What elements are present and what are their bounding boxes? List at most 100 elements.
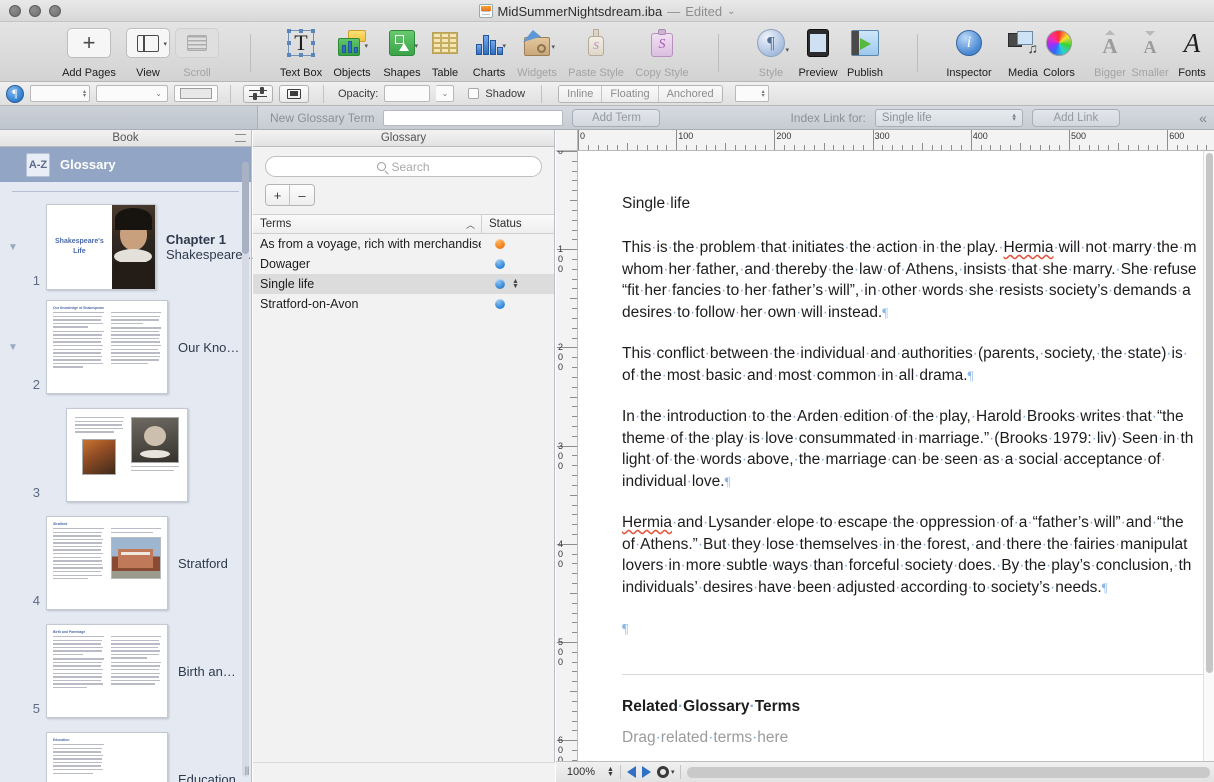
ruler-tick	[627, 143, 629, 150]
disclosure-triangle-icon[interactable]: ▼	[6, 242, 20, 253]
zoom-level[interactable]: 100%	[561, 766, 601, 778]
stroke-width-stepper[interactable]: ▴ ▾	[30, 85, 90, 102]
remove-term-minus-button[interactable]: –	[290, 185, 314, 205]
wrap-anchored[interactable]: Anchored	[658, 85, 722, 102]
misspelled-word[interactable]: Hermia	[622, 514, 672, 531]
sidebar-item-glossary[interactable]: A-Z Glossary	[0, 147, 251, 182]
document-vertical-scrollbar[interactable]	[1203, 151, 1214, 761]
wrap-mode-segmented-control[interactable]: Inline Floating Anchored	[558, 84, 723, 103]
ruler-tick	[572, 367, 577, 369]
status-dot[interactable]	[495, 239, 505, 249]
status-dot[interactable]	[495, 299, 505, 309]
ruler-label: 0	[558, 151, 564, 156]
ruler-label: 4	[558, 538, 564, 549]
document-paragraph-1[interactable]: This·is·the·problem·that·initiates·the·a…	[622, 237, 1214, 323]
zoom-stepper-icon[interactable]: ▲ ▼	[607, 766, 614, 778]
toolbar-scroll[interactable]: Scroll	[165, 26, 229, 80]
ruler-tick	[572, 386, 577, 388]
shadow-checkbox[interactable]	[468, 88, 480, 99]
book-page-row[interactable]: ▼ 1 Shakespeare's Life Chapter 1 Shakesp…	[0, 198, 256, 296]
status-dot[interactable]	[495, 259, 505, 269]
stroke-style-select[interactable]: ⌄	[96, 85, 168, 102]
toolbar-copy-style[interactable]: S Copy Style	[630, 26, 694, 80]
empty-paragraph[interactable]: ¶	[622, 620, 1214, 638]
book-page-row[interactable]: 4 Stratford Stratford	[0, 510, 251, 616]
book-page-row[interactable]: ▼ 2 Our Knowledge of Shakespeare Our Kno…	[0, 294, 251, 400]
previous-page-icon[interactable]	[626, 766, 636, 778]
wrap-inline[interactable]: Inline	[559, 85, 603, 102]
related-terms-dropzone[interactable]: Drag·related·terms·here	[622, 729, 1214, 747]
page-thumbnail[interactable]: Shakespeare's Life	[46, 204, 156, 290]
page-thumbnail[interactable]: Education	[46, 732, 168, 782]
horizontal-ruler[interactable]: 0 100 200 300 400 500 600	[578, 130, 1214, 151]
page-title: Stratford	[178, 556, 228, 571]
document-paragraph-4[interactable]: Hermia·and·Lysander·elope·to·escape·the·…	[622, 512, 1214, 598]
new-glossary-term-input[interactable]	[383, 109, 564, 126]
ruler-tick	[572, 288, 577, 290]
ruler-tick	[1029, 145, 1031, 150]
mask-button[interactable]	[279, 84, 309, 103]
page-thumbnail[interactable]: Birth and Parentage	[46, 624, 168, 718]
page-title: Birth an…	[178, 664, 236, 679]
adjust-image-button[interactable]	[243, 84, 273, 103]
paragraph-mark-icon[interactable]: ¶	[6, 84, 24, 103]
page-canvas[interactable]: This·is·the·problem·that·initiates·the·a…	[578, 151, 1214, 761]
document-paragraph-2[interactable]: This·conflict·between·the·individual·and…	[622, 343, 1214, 386]
pane-grip-icon[interactable]	[235, 134, 246, 142]
page-thumbnail[interactable]	[66, 408, 188, 502]
collapse-panel-icon[interactable]: «	[1192, 110, 1214, 126]
status-stepper-icon[interactable]: ▲ ▼	[512, 278, 519, 290]
add-term-button[interactable]: Add Term	[572, 108, 661, 127]
wrap-spacing-stepper[interactable]: ▴ ▾	[734, 85, 769, 102]
book-scrollbar[interactable]	[242, 162, 249, 777]
table-row[interactable]: As from a voyage, rich with merchandise	[253, 234, 554, 254]
stroke-color-well[interactable]	[174, 85, 218, 102]
misspelled-word[interactable]: Hermia	[1004, 239, 1054, 256]
toolbar-label: Table	[431, 67, 459, 79]
document-paragraph-3[interactable]: In·the·introduction·to·the·Arden·edition…	[622, 406, 1214, 492]
search-input[interactable]: Search	[265, 156, 542, 177]
toolbar-publish[interactable]: Publish	[833, 26, 897, 80]
add-term-plus-button[interactable]: +	[266, 185, 290, 205]
index-link-select[interactable]: Single life ▴ ▾	[874, 108, 1023, 127]
book-page-row[interactable]: 5 Birth and Parentage Birth an…	[0, 618, 251, 724]
opacity-input[interactable]	[384, 85, 431, 102]
ruler-tick	[572, 681, 577, 683]
book-page-row[interactable]: Education Education	[0, 726, 251, 782]
ruler-corner	[556, 130, 578, 151]
toolbar-widgets[interactable]: ▾ Widgets	[505, 26, 569, 80]
disclosure-triangle-icon[interactable]: ▼	[6, 342, 20, 353]
page-thumbnail[interactable]: Stratford	[46, 516, 168, 610]
ruler-tick	[607, 145, 609, 150]
ruler-tick	[572, 425, 577, 427]
table-row[interactable]: Dowager	[253, 254, 554, 274]
add-link-button[interactable]: Add Link	[1031, 108, 1120, 127]
glossary-add-remove-row: + –	[253, 177, 554, 206]
opacity-chevron[interactable]: ⌄	[436, 85, 455, 102]
pilcrow-icon: ¶	[622, 622, 629, 637]
wrap-floating[interactable]: Floating	[602, 85, 659, 102]
book-page-row[interactable]: 3	[0, 402, 251, 508]
glossary-term-heading[interactable]: This·is·the·problem·that·initiates·the·a…	[622, 195, 1214, 213]
index-link-label: Index Link for:	[790, 110, 866, 125]
vertical-ruler[interactable]: 0100200300400500600	[556, 151, 578, 782]
document-horizontal-scrollbar[interactable]	[687, 766, 1210, 778]
thumb-heading: Our Knowledge of Shakespeare	[53, 306, 105, 310]
ruler-label: 3	[558, 440, 564, 451]
ruler-tick	[784, 145, 786, 150]
page-thumbnail[interactable]: Our Knowledge of Shakespeare	[46, 300, 168, 394]
toolbar-paste-style[interactable]: S Paste Style	[564, 26, 628, 80]
search-icon	[377, 162, 387, 171]
page-settings-menu[interactable]: ▾	[656, 766, 674, 778]
column-header-status[interactable]: Status	[481, 215, 554, 233]
table-row[interactable]: Stratford-on-Avon	[253, 294, 554, 314]
next-page-icon[interactable]	[641, 766, 651, 778]
book-pane-resize-grip[interactable]: ⦀	[240, 762, 254, 782]
column-header-terms[interactable]: Terms ︿	[253, 218, 481, 231]
toolbar-label: View	[136, 67, 160, 79]
status-dot[interactable]	[495, 279, 505, 289]
toolbar-add-pages[interactable]: + Add Pages	[57, 26, 121, 80]
chevron-down-icon[interactable]: ⌄	[727, 6, 735, 17]
table-row[interactable]: Single life ▲ ▼	[253, 274, 554, 294]
toolbar-fonts[interactable]: A Fonts	[1160, 26, 1214, 80]
